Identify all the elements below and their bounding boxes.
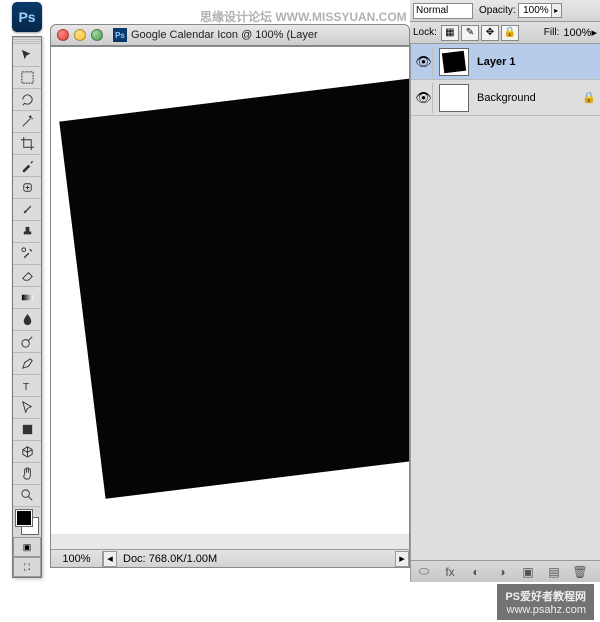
brush-tool[interactable] bbox=[13, 199, 41, 221]
eyedropper-tool[interactable] bbox=[13, 155, 41, 177]
doc-info[interactable]: Doc: 768.0K/1.00M bbox=[117, 553, 223, 565]
path-select-tool[interactable] bbox=[13, 397, 41, 419]
fx-icon[interactable]: fx bbox=[440, 564, 460, 580]
fill-value[interactable]: 100% bbox=[563, 27, 591, 39]
svg-text:T: T bbox=[22, 382, 29, 393]
opacity-value[interactable]: 100% bbox=[518, 3, 552, 18]
lock-pixels-icon[interactable]: ✎ bbox=[461, 25, 479, 41]
toolbox-grip[interactable] bbox=[13, 37, 41, 45]
3d-tool[interactable] bbox=[13, 441, 41, 463]
layers-panel: 👁 Layer 1 👁 Background 🔒 ⬭ fx ◐ ◑ ▣ ▤ 🗑 bbox=[410, 44, 600, 582]
dodge-tool[interactable] bbox=[13, 331, 41, 353]
lasso-tool[interactable] bbox=[13, 89, 41, 111]
zoom-level[interactable]: 100% bbox=[51, 551, 103, 567]
watermark-top: 思缘设计论坛 WWW.MISSYUAN.COM bbox=[200, 8, 407, 25]
screen-mode-toggle[interactable]: ⛶ bbox=[13, 557, 41, 577]
toolbox: T ▣ ⛶ bbox=[12, 36, 42, 578]
canvas[interactable] bbox=[51, 47, 409, 567]
eraser-tool[interactable] bbox=[13, 265, 41, 287]
blur-tool[interactable] bbox=[13, 309, 41, 331]
marquee-tool[interactable] bbox=[13, 67, 41, 89]
horizontal-scrollbar[interactable] bbox=[51, 534, 409, 549]
visibility-icon[interactable]: 👁 bbox=[415, 47, 433, 77]
gradient-tool[interactable] bbox=[13, 287, 41, 309]
status-bar: 100% ◂ Doc: 768.0K/1.00M ▸ bbox=[51, 549, 409, 567]
window-controls bbox=[57, 29, 103, 41]
trash-icon[interactable]: 🗑 bbox=[570, 564, 590, 580]
opacity-arrow-icon[interactable]: ▸ bbox=[552, 3, 562, 18]
canvas-content bbox=[59, 75, 409, 498]
move-tool[interactable] bbox=[13, 45, 41, 67]
close-icon[interactable] bbox=[57, 29, 69, 41]
fill-label: Fill: bbox=[544, 27, 560, 38]
layer-thumbnail[interactable] bbox=[439, 48, 469, 76]
healing-tool[interactable] bbox=[13, 177, 41, 199]
foreground-color-swatch[interactable] bbox=[16, 510, 32, 526]
opacity-label: Opacity: bbox=[479, 5, 516, 16]
layer-row[interactable]: 👁 Background 🔒 bbox=[411, 80, 600, 116]
document-window: 100% ◂ Doc: 768.0K/1.00M ▸ bbox=[50, 46, 410, 568]
visibility-icon[interactable]: 👁 bbox=[415, 83, 433, 113]
crop-tool[interactable] bbox=[13, 133, 41, 155]
document-title: Google Calendar Icon @ 100% (Layer bbox=[131, 29, 318, 41]
lock-label: Lock: bbox=[413, 27, 437, 38]
folder-icon[interactable]: ▣ bbox=[518, 564, 538, 580]
blend-mode-select[interactable] bbox=[413, 3, 473, 19]
zoom-window-icon[interactable] bbox=[91, 29, 103, 41]
layer-name[interactable]: Background bbox=[477, 92, 536, 104]
fill-arrow-icon[interactable]: ▸ bbox=[591, 26, 597, 39]
link-layers-icon[interactable]: ⬭ bbox=[414, 564, 434, 580]
new-layer-icon[interactable]: ▤ bbox=[544, 564, 564, 580]
layer-name[interactable]: Layer 1 bbox=[477, 56, 516, 68]
minimize-icon[interactable] bbox=[74, 29, 86, 41]
layer-thumbnail[interactable] bbox=[439, 84, 469, 112]
lock-bar: Lock: ▦ ✎ ✥ 🔒 Fill: 100% ▸ bbox=[410, 22, 600, 44]
app-logo: Ps bbox=[12, 2, 42, 32]
options-bar: Opacity: 100% ▸ bbox=[410, 0, 600, 22]
history-brush-tool[interactable] bbox=[13, 243, 41, 265]
layer-row[interactable]: 👁 Layer 1 bbox=[411, 44, 600, 80]
type-tool[interactable]: T bbox=[13, 375, 41, 397]
lock-all-icon[interactable]: 🔒 bbox=[501, 25, 519, 41]
scroll-right-icon[interactable]: ▸ bbox=[395, 551, 409, 567]
layers-panel-footer: ⬭ fx ◐ ◑ ▣ ▤ 🗑 bbox=[411, 560, 600, 582]
zoom-tool[interactable] bbox=[13, 485, 41, 507]
quick-mask-toggle[interactable]: ▣ bbox=[13, 537, 41, 557]
lock-position-icon[interactable]: ✥ bbox=[481, 25, 499, 41]
color-swatches[interactable] bbox=[13, 507, 41, 537]
stamp-tool[interactable] bbox=[13, 221, 41, 243]
lock-transparency-icon[interactable]: ▦ bbox=[441, 25, 459, 41]
watermark-bottom: PS爱好者教程网 www.psahz.com bbox=[497, 584, 594, 620]
shape-tool[interactable] bbox=[13, 419, 41, 441]
pen-tool[interactable] bbox=[13, 353, 41, 375]
hand-tool[interactable] bbox=[13, 463, 41, 485]
lock-icon: 🔒 bbox=[582, 91, 596, 104]
document-titlebar[interactable]: Ps Google Calendar Icon @ 100% (Layer bbox=[50, 24, 410, 46]
wand-tool[interactable] bbox=[13, 111, 41, 133]
mask-icon[interactable]: ◐ bbox=[466, 564, 486, 580]
document-badge-icon: Ps bbox=[113, 28, 127, 42]
scroll-left-icon[interactable]: ◂ bbox=[103, 551, 117, 567]
adjust-icon[interactable]: ◑ bbox=[492, 564, 512, 580]
